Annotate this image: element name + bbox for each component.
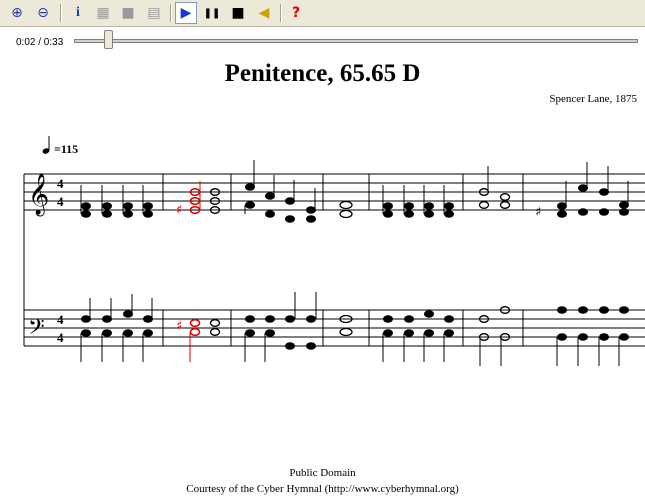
- sharp-icon: ♯: [535, 205, 541, 220]
- tempo-marking: =115: [54, 142, 78, 156]
- sharp-icon: ♯: [176, 203, 182, 218]
- chord: [403, 315, 414, 362]
- svg-text:4: 4: [57, 176, 64, 191]
- chord: [142, 298, 153, 362]
- bass-staff: [24, 309, 645, 347]
- chord: [557, 181, 567, 218]
- chord: [577, 306, 588, 366]
- half-chord: [478, 315, 490, 366]
- chord: [382, 315, 393, 362]
- half-chord: [499, 306, 511, 366]
- time-signature: 4 4 4 4: [57, 176, 64, 345]
- chord: [244, 160, 255, 214]
- chord: [101, 298, 112, 362]
- chord: [306, 292, 317, 350]
- chord: [423, 310, 434, 362]
- highlighted-chord: [189, 181, 201, 215]
- chord: [598, 306, 609, 366]
- music-score: =115 𝄞 𝄢 4 4 4 4 ♯ ♯ ♯: [23, 136, 645, 366]
- chord: [80, 298, 91, 362]
- source-credit: Courtesy of the Cyber Hymnal (http://www…: [186, 483, 459, 495]
- treble-clef-icon: 𝄞: [28, 173, 49, 216]
- svg-text:4: 4: [57, 312, 64, 327]
- highlighted-chord: [189, 318, 201, 362]
- chord: [618, 306, 629, 366]
- license-note: Public Domain: [289, 467, 356, 479]
- chord: [265, 175, 275, 218]
- chord: [306, 188, 316, 223]
- chord: [264, 315, 275, 362]
- chord: [285, 292, 296, 350]
- svg-text:4: 4: [57, 194, 64, 209]
- bass-clef-icon: 𝄢: [28, 315, 45, 345]
- half-chord: [478, 166, 490, 209]
- chord: [244, 315, 255, 362]
- sharp-icon: ♯: [176, 319, 182, 334]
- chord: [443, 315, 454, 362]
- chord: [556, 306, 567, 366]
- chord: [285, 180, 295, 223]
- chord: [578, 162, 588, 216]
- tempo-quarter-note-icon: [42, 136, 50, 154]
- treble-staff: [24, 173, 645, 211]
- chord: [599, 166, 609, 216]
- chord: [619, 181, 629, 216]
- svg-text:4: 4: [57, 330, 64, 345]
